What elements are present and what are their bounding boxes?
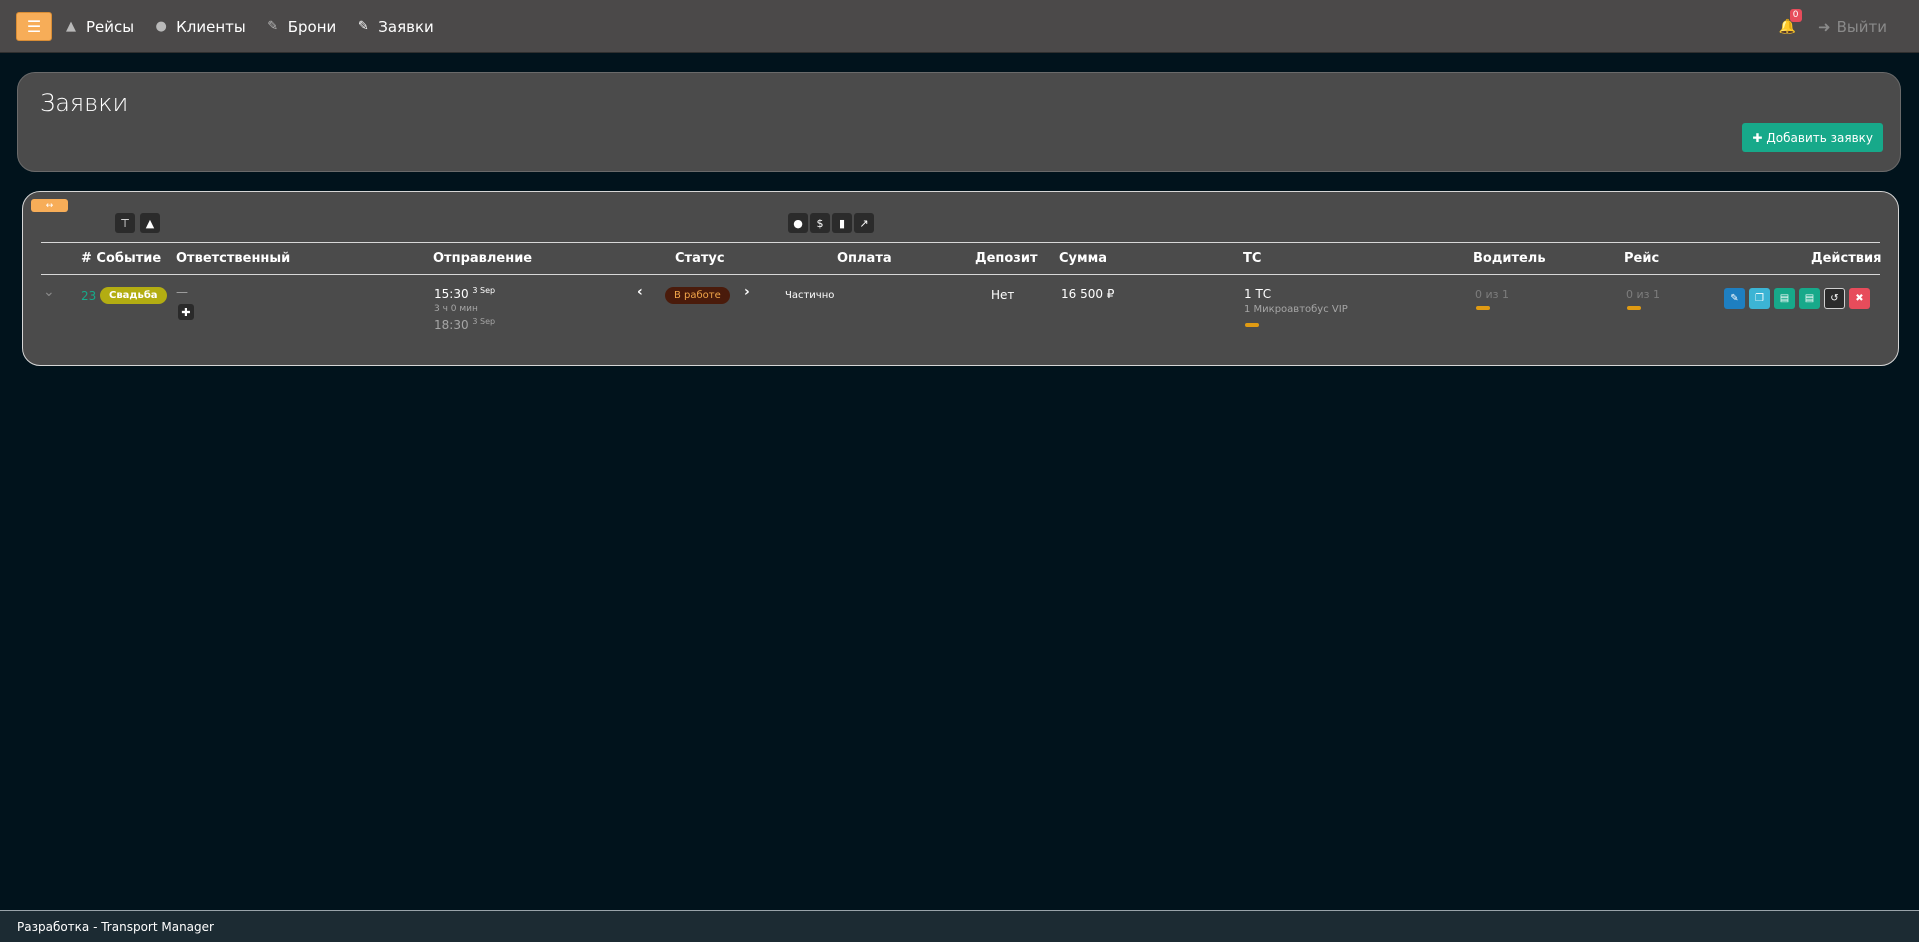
edit-icon: ✎	[1730, 293, 1739, 304]
column-header-trip[interactable]: Рейс	[1624, 251, 1659, 266]
status-badge: В работе	[665, 287, 730, 304]
status-next-button[interactable]: ›	[744, 284, 750, 300]
nav-item-bookings[interactable]: ✎ Брони	[266, 17, 337, 36]
page-title: Заявки	[40, 89, 129, 117]
comments-column-button[interactable]: ●	[788, 213, 808, 233]
sum-value: 16 500 ₽	[1061, 287, 1115, 301]
notifications-button[interactable]: 🔔 0	[1779, 8, 1802, 35]
nav-item-label: Клиенты	[176, 17, 246, 36]
edit-icon: ✎	[357, 19, 369, 34]
nav-item-label: Рейсы	[86, 17, 135, 36]
nav-right: 🔔 0 ➜ Выйти	[1779, 0, 1887, 53]
nav-item-label: Брони	[287, 17, 337, 36]
payment-value: Частично	[785, 290, 835, 301]
road-icon: ▲	[145, 216, 155, 230]
delete-request-button[interactable]: ✖	[1849, 288, 1870, 309]
edit-icon: ✎	[267, 19, 279, 34]
road-icon: ▲	[66, 19, 76, 34]
nav-item-label: Заявки	[378, 17, 434, 36]
column-header-status[interactable]: Статус	[675, 251, 725, 266]
comment-icon: ●	[793, 216, 803, 230]
vehicle-progress-bar	[1245, 323, 1259, 327]
nav-item-clients[interactable]: ● Клиенты	[154, 17, 246, 36]
trips-filter-button[interactable]: ▲	[140, 213, 160, 233]
arrival-date: 3 Sep	[472, 317, 496, 326]
file-icon: ▤	[1779, 293, 1790, 304]
edit-request-button[interactable]: ✎	[1724, 288, 1745, 309]
chevron-left-icon: ‹	[637, 284, 643, 300]
add-request-label: Добавить заявку	[1766, 130, 1873, 145]
signpost-filter-button[interactable]: ⊤	[115, 213, 135, 233]
nav-item-requests[interactable]: ✎ Заявки	[356, 17, 434, 36]
deposit-value: Нет	[991, 288, 1015, 302]
chevron-right-icon: ›	[744, 284, 750, 300]
request-id-link[interactable]: 23	[81, 289, 96, 303]
arrows-horizontal-icon: ↔	[45, 200, 54, 211]
collapse-toggle-button[interactable]: ↔	[31, 199, 68, 212]
column-header-vehicle[interactable]: ТС	[1243, 251, 1261, 266]
logout-link[interactable]: ➜ Выйти	[1818, 18, 1887, 36]
page-header-panel: Заявки ✚ Добавить заявку	[17, 72, 1901, 172]
top-navbar: ☰ ▲ Рейсы ● Клиенты ✎ Брони ✎ Заявки 🔔 0…	[0, 0, 1919, 53]
arrival-time: 18:30	[434, 318, 469, 332]
users-icon: ●	[155, 19, 167, 34]
column-header-event[interactable]: # Событие	[81, 251, 161, 266]
column-header-payment[interactable]: Оплата	[837, 251, 892, 266]
logout-label: Выйти	[1836, 17, 1887, 36]
page-footer: Разработка - Transport Manager	[0, 910, 1919, 942]
trip-progress-bar	[1627, 306, 1641, 310]
table-header-bottom-divider	[41, 274, 1880, 275]
excel-export-button[interactable]: ▤	[1799, 288, 1820, 309]
history-icon: ↺	[1830, 293, 1839, 304]
status-prev-button[interactable]: ‹	[637, 284, 643, 300]
assign-responsible-button[interactable]: ✚	[178, 304, 194, 320]
chevron-down-icon: ⌄	[43, 284, 55, 300]
menu-toggle-button[interactable]: ☰	[16, 12, 52, 41]
close-icon: ✖	[1855, 293, 1864, 304]
file-excel-icon: ▤	[1804, 293, 1815, 304]
column-header-sum[interactable]: Сумма	[1059, 251, 1107, 266]
copy-icon: ❐	[1755, 293, 1764, 304]
footer-text: Разработка - Transport Manager	[17, 919, 214, 934]
plus-icon: ✚	[1752, 130, 1763, 145]
add-request-button[interactable]: ✚ Добавить заявку	[1742, 123, 1883, 152]
sign-out-icon: ➜	[1818, 17, 1831, 36]
column-header-responsible[interactable]: Ответственный	[176, 251, 290, 266]
table-header-top-divider	[41, 242, 1880, 243]
column-header-departure[interactable]: Отправление	[433, 251, 532, 266]
plus-icon: ✚	[181, 305, 191, 319]
trip-value: 0 из 1	[1626, 288, 1660, 301]
driver-value: 0 из 1	[1475, 288, 1509, 301]
event-badge: Свадьба	[100, 287, 167, 304]
history-button[interactable]: ↺	[1824, 288, 1845, 309]
expand-row-button[interactable]: ⌄	[43, 284, 55, 300]
column-header-driver[interactable]: Водитель	[1473, 251, 1546, 266]
main-nav: ▲ Рейсы ● Клиенты ✎ Брони ✎ Заявки	[64, 0, 434, 53]
trip-duration: 3 ч 0 мин	[434, 304, 478, 314]
column-header-deposit[interactable]: Депозит	[975, 251, 1038, 266]
driver-progress-bar	[1476, 306, 1490, 310]
stats-column-button[interactable]: ↗	[854, 213, 874, 233]
document-button[interactable]: ▤	[1774, 288, 1795, 309]
requests-table-panel: ↔ ⊤ ▲ ● $ ▮ ↗ # Событие Ответственный От…	[22, 191, 1899, 366]
responsible-value: —	[176, 285, 188, 299]
truck-icon: ▮	[838, 216, 846, 230]
nav-item-trips[interactable]: ▲ Рейсы	[64, 18, 134, 36]
departure-date: 3 Sep	[472, 286, 496, 295]
vehicles-column-button[interactable]: ▮	[832, 213, 852, 233]
vehicle-detail: 1 Микроавтобус VIP	[1244, 304, 1348, 315]
dollar-icon: $	[816, 216, 824, 230]
vehicle-count: 1 ТС	[1244, 287, 1272, 301]
copy-request-button[interactable]: ❐	[1749, 288, 1770, 309]
payments-column-button[interactable]: $	[810, 213, 830, 233]
chart-icon: ↗	[859, 216, 869, 230]
notification-count-badge: 0	[1789, 8, 1802, 22]
departure-time: 15:30	[434, 287, 469, 301]
hamburger-icon: ☰	[26, 17, 42, 36]
signpost-icon: ⊤	[120, 216, 130, 230]
column-header-actions: Действия	[1811, 251, 1882, 266]
